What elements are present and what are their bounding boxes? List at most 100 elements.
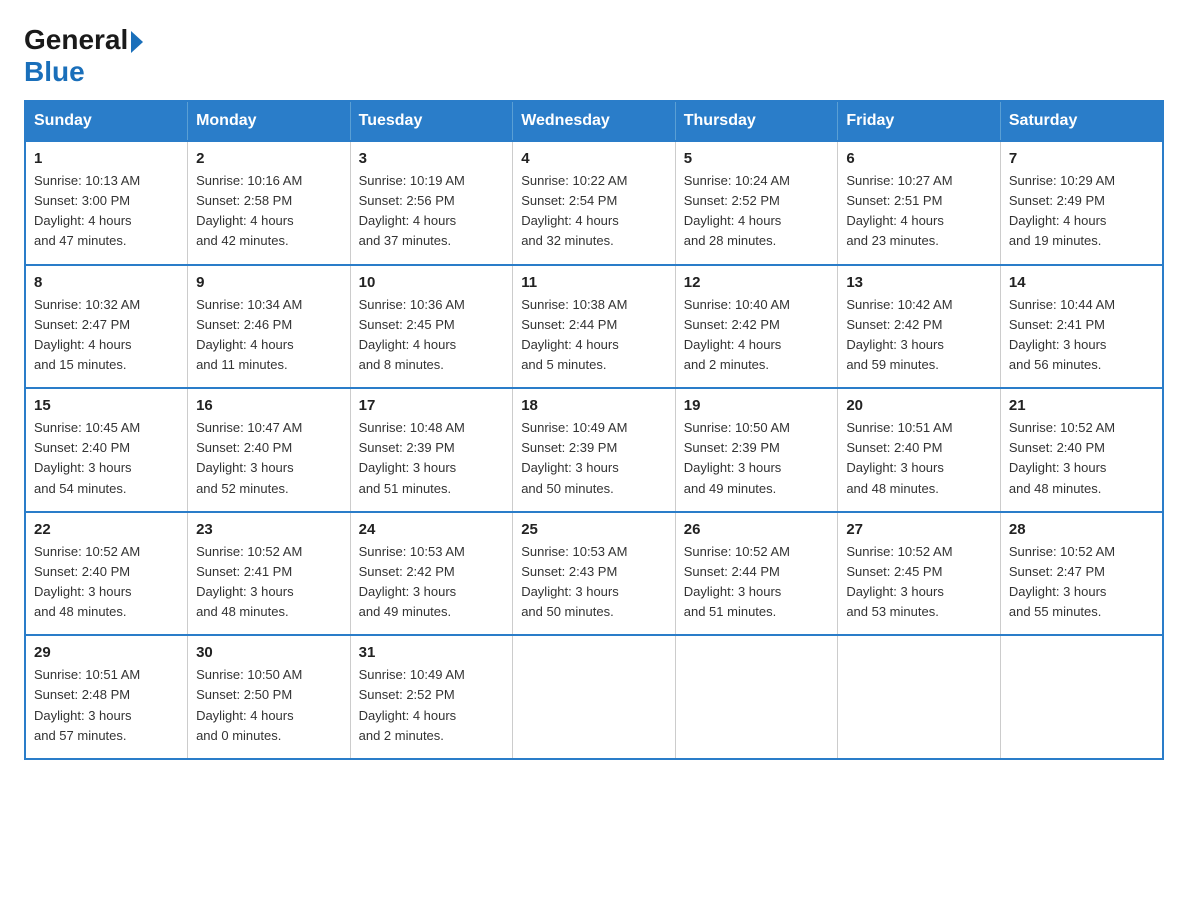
day-number: 4 [521,150,667,167]
column-header-thursday: Thursday [675,101,838,141]
column-header-saturday: Saturday [1000,101,1163,141]
day-number: 9 [196,274,342,291]
calendar-header-row: SundayMondayTuesdayWednesdayThursdayFrid… [25,101,1163,141]
calendar-day-cell: 25Sunrise: 10:53 AM Sunset: 2:43 PM Dayl… [513,512,676,636]
calendar-day-cell: 1 Sunrise: 10:13 AM Sunset: 3:00 PM Dayli… [25,141,188,265]
calendar-day-cell: 27 Sunrise: 10:52 AM Sunset: 2:45 PM Dayl… [838,512,1001,636]
day-number: 31 [359,644,505,661]
day-info: Sunrise: 10:13 AM Sunset: 3:00 PM Daylig… [34,171,179,252]
calendar-day-cell: 30 Sunrise: 10:50 AM Sunset: 2:50 PM Dayl… [188,635,351,759]
calendar-day-cell: 18 Sunrise: 10:49 AM Sunset: 2:39 PM Dayl… [513,388,676,512]
day-number: 22 [34,521,179,538]
column-header-wednesday: Wednesday [513,101,676,141]
calendar-day-cell: 21Sunrise: 10:52 AM Sunset: 2:40 PM Dayl… [1000,388,1163,512]
day-number: 17 [359,397,505,414]
day-number: 25 [521,521,667,538]
calendar-empty-cell [513,635,676,759]
day-number: 26 [684,521,830,538]
calendar-day-cell: 13 Sunrise: 10:42 AM Sunset: 2:42 PM Dayl… [838,265,1001,389]
calendar-day-cell: 5Sunrise: 10:24 AM Sunset: 2:52 PM Dayli… [675,141,838,265]
calendar-table: SundayMondayTuesdayWednesdayThursdayFrid… [24,100,1164,760]
day-number: 15 [34,397,179,414]
calendar-day-cell: 2Sunrise: 10:16 AM Sunset: 2:58 PM Dayli… [188,141,351,265]
day-info: Sunrise: 10:45 AM Sunset: 2:40 PM Daylig… [34,418,179,499]
day-number: 20 [846,397,992,414]
calendar-day-cell: 9 Sunrise: 10:34 AM Sunset: 2:46 PM Dayli… [188,265,351,389]
day-info: Sunrise: 10:27 AM Sunset: 2:51 PM Daylig… [846,171,992,252]
day-number: 7 [1009,150,1154,167]
day-info: Sunrise: 10:50 AM Sunset: 2:50 PM Daylig… [196,665,342,746]
calendar-day-cell: 26 Sunrise: 10:52 AM Sunset: 2:44 PM Dayl… [675,512,838,636]
calendar-week-row: 22 Sunrise: 10:52 AM Sunset: 2:40 PM Dayl… [25,512,1163,636]
day-number: 3 [359,150,505,167]
day-info: Sunrise: 10:16 AM Sunset: 2:58 PM Daylig… [196,171,342,252]
column-header-tuesday: Tuesday [350,101,513,141]
calendar-empty-cell [675,635,838,759]
calendar-day-cell: 29 Sunrise: 10:51 AM Sunset: 2:48 PM Dayl… [25,635,188,759]
day-info: Sunrise: 10:32 AM Sunset: 2:47 PM Daylig… [34,295,179,376]
day-info: Sunrise: 10:40 AM Sunset: 2:42 PM Daylig… [684,295,830,376]
day-info: Sunrise: 10:47 AM Sunset: 2:40 PM Daylig… [196,418,342,499]
calendar-day-cell: 4Sunrise: 10:22 AM Sunset: 2:54 PM Dayli… [513,141,676,265]
day-info: Sunrise: 10:49 AM Sunset: 2:52 PM Daylig… [359,665,505,746]
day-number: 1 [34,150,179,167]
calendar-day-cell: 19 Sunrise: 10:50 AM Sunset: 2:39 PM Dayl… [675,388,838,512]
day-info: Sunrise: 10:52 AM Sunset: 2:47 PM Daylig… [1009,542,1154,623]
logo-triangle-icon [131,31,143,53]
day-info: Sunrise: 10:52 AM Sunset: 2:45 PM Daylig… [846,542,992,623]
day-info: Sunrise: 10:48 AM Sunset: 2:39 PM Daylig… [359,418,505,499]
day-info: Sunrise: 10:52 AM Sunset: 2:41 PM Daylig… [196,542,342,623]
day-number: 10 [359,274,505,291]
calendar-day-cell: 28 Sunrise: 10:52 AM Sunset: 2:47 PM Dayl… [1000,512,1163,636]
calendar-week-row: 1 Sunrise: 10:13 AM Sunset: 3:00 PM Dayli… [25,141,1163,265]
calendar-day-cell: 10Sunrise: 10:36 AM Sunset: 2:45 PM Dayl… [350,265,513,389]
calendar-empty-cell [1000,635,1163,759]
column-header-friday: Friday [838,101,1001,141]
day-info: Sunrise: 10:44 AM Sunset: 2:41 PM Daylig… [1009,295,1154,376]
calendar-empty-cell [838,635,1001,759]
day-number: 16 [196,397,342,414]
calendar-day-cell: 24 Sunrise: 10:53 AM Sunset: 2:42 PM Dayl… [350,512,513,636]
day-number: 27 [846,521,992,538]
column-header-sunday: Sunday [25,101,188,141]
calendar-day-cell: 22 Sunrise: 10:52 AM Sunset: 2:40 PM Dayl… [25,512,188,636]
day-info: Sunrise: 10:50 AM Sunset: 2:39 PM Daylig… [684,418,830,499]
calendar-week-row: 29 Sunrise: 10:51 AM Sunset: 2:48 PM Dayl… [25,635,1163,759]
calendar-day-cell: 7 Sunrise: 10:29 AM Sunset: 2:49 PM Dayli… [1000,141,1163,265]
day-info: Sunrise: 10:38 AM Sunset: 2:44 PM Daylig… [521,295,667,376]
day-number: 29 [34,644,179,661]
day-info: Sunrise: 10:34 AM Sunset: 2:46 PM Daylig… [196,295,342,376]
logo-general-text: General [24,24,128,56]
column-header-monday: Monday [188,101,351,141]
logo: General Blue [24,24,143,88]
day-info: Sunrise: 10:52 AM Sunset: 2:40 PM Daylig… [1009,418,1154,499]
day-number: 19 [684,397,830,414]
calendar-day-cell: 14 Sunrise: 10:44 AM Sunset: 2:41 PM Dayl… [1000,265,1163,389]
day-number: 18 [521,397,667,414]
day-info: Sunrise: 10:42 AM Sunset: 2:42 PM Daylig… [846,295,992,376]
day-number: 24 [359,521,505,538]
day-info: Sunrise: 10:51 AM Sunset: 2:48 PM Daylig… [34,665,179,746]
day-info: Sunrise: 10:49 AM Sunset: 2:39 PM Daylig… [521,418,667,499]
calendar-week-row: 8Sunrise: 10:32 AM Sunset: 2:47 PM Dayli… [25,265,1163,389]
day-number: 11 [521,274,667,291]
day-number: 13 [846,274,992,291]
day-number: 14 [1009,274,1154,291]
day-number: 6 [846,150,992,167]
calendar-day-cell: 15 Sunrise: 10:45 AM Sunset: 2:40 PM Dayl… [25,388,188,512]
day-number: 28 [1009,521,1154,538]
calendar-day-cell: 16 Sunrise: 10:47 AM Sunset: 2:40 PM Dayl… [188,388,351,512]
calendar-day-cell: 11 Sunrise: 10:38 AM Sunset: 2:44 PM Dayl… [513,265,676,389]
calendar-week-row: 15 Sunrise: 10:45 AM Sunset: 2:40 PM Dayl… [25,388,1163,512]
day-info: Sunrise: 10:29 AM Sunset: 2:49 PM Daylig… [1009,171,1154,252]
day-info: Sunrise: 10:52 AM Sunset: 2:44 PM Daylig… [684,542,830,623]
day-number: 5 [684,150,830,167]
day-number: 30 [196,644,342,661]
day-info: Sunrise: 10:53 AM Sunset: 2:42 PM Daylig… [359,542,505,623]
day-number: 12 [684,274,830,291]
calendar-day-cell: 6 Sunrise: 10:27 AM Sunset: 2:51 PM Dayli… [838,141,1001,265]
day-info: Sunrise: 10:52 AM Sunset: 2:40 PM Daylig… [34,542,179,623]
calendar-day-cell: 20Sunrise: 10:51 AM Sunset: 2:40 PM Dayl… [838,388,1001,512]
logo-blue-text: Blue [24,56,85,87]
calendar-day-cell: 23Sunrise: 10:52 AM Sunset: 2:41 PM Dayl… [188,512,351,636]
